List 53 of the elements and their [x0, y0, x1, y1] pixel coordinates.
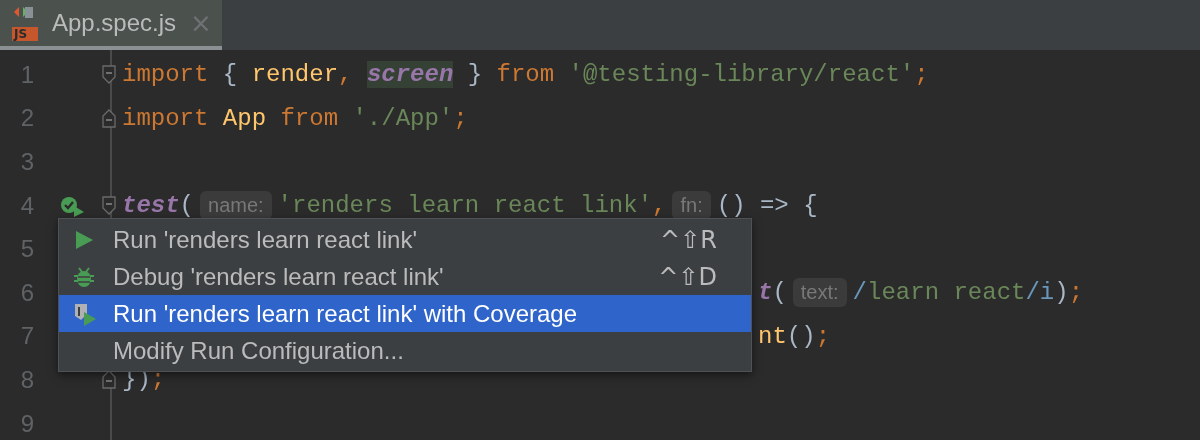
- parameter-hint: text:: [792, 278, 847, 308]
- code-token: from: [280, 104, 340, 132]
- bug-icon: [73, 265, 95, 288]
- code-token: ): [1054, 279, 1069, 307]
- code-token: test: [122, 192, 180, 220]
- code-token: (: [772, 279, 787, 307]
- shortcut-label: ^⇧R: [660, 225, 717, 254]
- line-number: 3: [19, 148, 34, 176]
- menu-item[interactable]: Run 'renders learn react link' ^⇧R: [59, 221, 751, 258]
- code-token: nt: [758, 322, 787, 350]
- code-token: /i: [1025, 279, 1055, 307]
- code-token: import: [122, 61, 209, 89]
- line-number: 4: [19, 191, 34, 220]
- parameter-hint: fn:: [672, 191, 711, 221]
- code-token: render: [251, 61, 339, 89]
- code-token: /: [852, 279, 867, 307]
- code-token: import: [122, 104, 210, 132]
- menu-item[interactable]: Debug 'renders learn react link' ^⇧D: [59, 258, 751, 295]
- menu-item[interactable]: Run 'renders learn react link' with Coverage: [59, 295, 751, 332]
- code-token: from: [496, 61, 556, 89]
- code-token: learn react: [867, 279, 1026, 307]
- line-number: 5: [19, 235, 34, 264]
- code-token: (): [786, 322, 816, 350]
- code-token: './App': [352, 104, 454, 132]
- code-token: '@testing-library/react': [568, 61, 915, 89]
- code-token: ,: [652, 192, 667, 220]
- code-token: }: [466, 61, 484, 89]
- line-number: 1: [19, 60, 34, 89]
- code-token: ;: [1068, 279, 1084, 307]
- code-token: 'renders learn react link': [277, 192, 653, 220]
- line-number: 2: [19, 104, 34, 133]
- arrows-icon: [12, 5, 34, 19]
- menu-item[interactable]: Modify Run Configuration...: [59, 332, 751, 369]
- parameter-hint: name:: [200, 191, 272, 221]
- code-token: ;: [453, 104, 468, 132]
- play-icon: [73, 228, 95, 251]
- code-token: App: [222, 104, 268, 132]
- code-token: t: [758, 279, 773, 307]
- code-token: ;: [815, 322, 831, 350]
- file-tab[interactable]: JS App.spec.js ×: [0, 0, 222, 50]
- code-token: () => {: [716, 192, 818, 220]
- highlighted-token: screen: [366, 61, 454, 89]
- line-number: 7: [19, 322, 34, 351]
- line-number: 6: [19, 278, 34, 307]
- code-token: (: [179, 192, 194, 220]
- shortcut-label: ^⇧D: [658, 262, 717, 291]
- line-number: 8: [19, 365, 34, 394]
- line-number: 9: [19, 409, 34, 438]
- code-token: ;: [914, 61, 929, 89]
- code-token: ,: [338, 61, 354, 89]
- shield-play-icon: [73, 301, 97, 326]
- code-token: {: [221, 61, 239, 89]
- code-token: ;: [150, 366, 166, 394]
